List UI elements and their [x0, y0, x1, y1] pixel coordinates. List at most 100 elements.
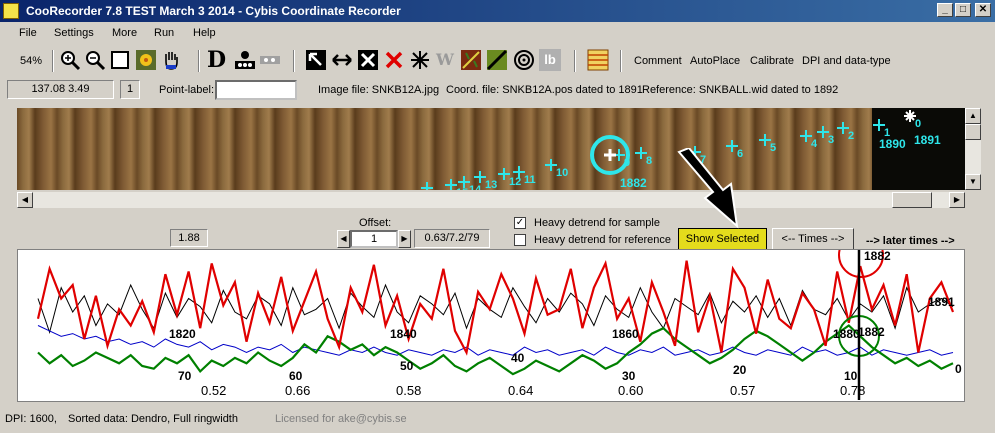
ring-mark-5: 5 — [759, 134, 776, 154]
toolbar-separator — [620, 50, 622, 72]
dpi-data-type-button[interactable]: DPI and data-type — [802, 55, 891, 67]
year-axis-label: 1880 — [833, 327, 860, 341]
year-axis-label: 1891 — [928, 295, 955, 309]
scroll-left-button[interactable]: ◀ — [17, 192, 33, 208]
toolbar: 54% D W lb Comment AutoPlace Calibrate D… — [0, 44, 995, 76]
menu-run[interactable]: Run — [154, 27, 174, 39]
wood-sample-image[interactable]: 1234567891011121314151601890189118821880 — [17, 108, 965, 190]
menu-more[interactable]: More — [112, 27, 137, 39]
menu-file[interactable]: File — [19, 27, 37, 39]
weak-ring-icon[interactable]: W — [436, 49, 458, 71]
ring-mark-1: 1 — [873, 119, 890, 139]
gap-icon[interactable] — [259, 49, 281, 71]
offset-axis-label: 40 — [511, 351, 525, 365]
correlation-label: 0.60 — [618, 383, 643, 398]
ring-mark-4: 4 — [800, 130, 818, 150]
toolbar-separator — [198, 50, 200, 72]
ring-mark-label: 13 — [485, 179, 497, 190]
ring-mark-label: 5 — [770, 142, 776, 154]
offset-axis-label: 20 — [733, 363, 747, 377]
arrow-pointer-icon[interactable] — [305, 49, 327, 71]
year-axis-label: 1860 — [612, 327, 639, 341]
info-bar: 137.08 3.49 1 Point-label: Image file: S… — [0, 78, 995, 102]
ring-mark-label: 15 — [456, 187, 468, 190]
ring-mark-label: 2 — [848, 130, 854, 142]
toolbar-separator — [293, 50, 295, 72]
offset-axis-label: 30 — [622, 369, 636, 383]
menu-settings[interactable]: Settings — [54, 27, 94, 39]
scroll-thumb[interactable] — [965, 124, 981, 140]
cross-section-icon[interactable] — [460, 49, 482, 71]
year-axis-label: 1840 — [390, 327, 417, 341]
close-button[interactable]: ✕ — [975, 3, 991, 17]
ring-mark-3: 3 — [817, 126, 834, 146]
color-image-icon[interactable] — [135, 49, 157, 71]
correlation-label: 0.57 — [730, 383, 755, 398]
offset-decrement-button[interactable]: ◀ — [337, 230, 350, 248]
menu-help[interactable]: Help — [193, 27, 216, 39]
ring-mark-2: 2 — [837, 122, 854, 142]
offset-axis-label: 60 — [289, 369, 303, 383]
point-mode-icon[interactable] — [234, 49, 256, 71]
point-label-caption: Point-label: — [159, 84, 215, 96]
year-axis-label: 1820 — [169, 327, 196, 341]
heavy-detrend-sample-checkbox[interactable]: ✓ — [514, 217, 526, 229]
title-bar: CooRecorder 7.8 TEST March 3 2014 - Cybi… — [0, 0, 995, 22]
calibrate-button[interactable]: Calibrate — [750, 55, 794, 67]
coord-file-label: Coord. file: SNKB12A.pos dated to 1891 — [446, 84, 643, 96]
image-year-label: 1891 — [914, 133, 941, 147]
fit-window-icon[interactable] — [109, 49, 131, 71]
correlation-label: 0.52 — [201, 383, 226, 398]
ring-mark-16: 16 — [421, 182, 433, 190]
point-label-input[interactable] — [215, 80, 297, 100]
ring-mark-label: 0 — [915, 118, 921, 130]
heavy-detrend-sample-label: Heavy detrend for sample — [534, 217, 660, 229]
delete-x-icon[interactable] — [357, 49, 379, 71]
later-times-label: --> later times --> — [866, 235, 955, 247]
image-horizontal-scrollbar[interactable]: ◀ ▶ — [17, 192, 965, 208]
image-vertical-scrollbar[interactable]: ▲ ▼ — [965, 108, 981, 190]
times-button[interactable]: <-- Times --> — [772, 228, 854, 250]
zoom-in-icon[interactable] — [59, 49, 81, 71]
maximize-button[interactable]: □ — [955, 3, 971, 17]
ring-mark-8: 8 — [635, 147, 652, 167]
ring-mark-label: 12 — [509, 176, 521, 188]
target-icon[interactable] — [513, 49, 535, 71]
toolbar-separator — [52, 50, 54, 72]
diagonal-line-icon[interactable] — [486, 49, 508, 71]
correlation-value: 1.88 — [170, 229, 208, 247]
year-axis-label: 1882 — [864, 250, 891, 263]
offset-input[interactable] — [350, 230, 398, 248]
graph-canvas: 1820 1840 1860 1880 1891 1882 1882 70 60 50 40 30 20… — [36, 250, 962, 400]
scroll-up-button[interactable]: ▲ — [965, 108, 981, 124]
scroll-down-button[interactable]: ▼ — [965, 174, 981, 190]
ring-marks-overlay[interactable]: 1234567891011121314151601890189118821880 — [17, 108, 965, 190]
density-d-icon[interactable]: D — [207, 49, 229, 71]
selected-point-plus-icon — [604, 149, 616, 161]
ring-mark-label: 10 — [556, 167, 568, 179]
offset-increment-button[interactable]: ▶ — [398, 230, 411, 248]
ring-mark-label: 11 — [524, 174, 536, 186]
delete-red-x-icon[interactable] — [383, 49, 405, 71]
status-bar: DPI: 1600, Sorted data: Dendro, Full rin… — [0, 408, 995, 433]
autoplace-button[interactable]: AutoPlace — [690, 55, 740, 67]
minimize-button[interactable]: _ — [937, 3, 953, 17]
star-point-icon[interactable] — [409, 49, 431, 71]
hand-pan-icon[interactable] — [160, 49, 182, 71]
comment-button[interactable]: Comment — [634, 55, 682, 67]
grid-chart-icon[interactable] — [587, 49, 609, 71]
image-year-label: 1882 — [620, 176, 647, 190]
show-selected-button[interactable]: Show Selected — [678, 228, 767, 250]
horizontal-scroll-thumb[interactable] — [892, 192, 932, 208]
offset-axis-label: 0 — [955, 362, 962, 376]
zoom-out-icon[interactable] — [84, 49, 106, 71]
correlation-graph[interactable]: 1820 1840 1860 1880 1891 1882 1882 70 60 50 40 30 20… — [17, 249, 965, 402]
toolbar-separator — [574, 50, 576, 72]
ring-mark-label: 4 — [811, 138, 818, 150]
offset-caption: Offset: — [359, 217, 392, 229]
move-horizontal-icon[interactable] — [331, 49, 353, 71]
scroll-right-button[interactable]: ▶ — [949, 192, 965, 208]
heavy-detrend-reference-checkbox[interactable] — [514, 234, 526, 246]
offset-axis-label: 10 — [844, 369, 858, 383]
lb-icon[interactable]: lb — [539, 49, 561, 71]
